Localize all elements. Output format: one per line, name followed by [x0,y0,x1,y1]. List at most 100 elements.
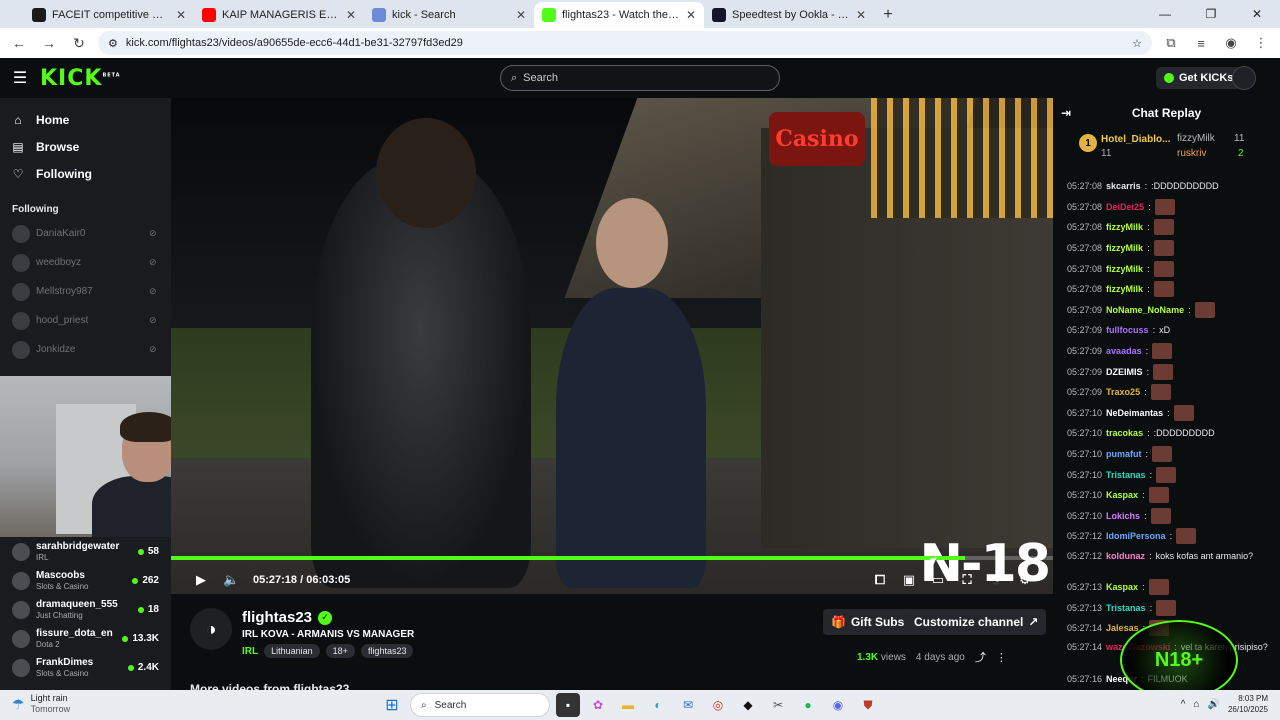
clock[interactable]: 8:03 PM 26/10/2025 [1228,693,1268,715]
speed-icon[interactable]: ◔ [988,573,1004,588]
collapse-chat-icon[interactable]: ⇥ [1061,106,1071,120]
hamburger-menu-icon[interactable]: ☰ [0,68,40,88]
task-view-icon[interactable]: ▪ [556,693,580,717]
followed-channel[interactable]: weedboyz ⊘ [0,248,171,277]
chat-username[interactable]: fizzyMilk [1106,243,1143,253]
seek-bar[interactable] [171,556,1053,560]
chat-username[interactable]: skcarris [1106,181,1141,191]
tag[interactable]: Lithuanian [264,644,320,658]
clip-icon[interactable]: ▣ [901,572,917,588]
recommended-channel[interactable]: sarahbridgewater IRL 58 [0,537,171,566]
copilot-icon[interactable]: ✿ [586,693,610,717]
close-tab-icon[interactable]: ✕ [346,8,356,22]
close-window-icon[interactable]: ✕ [1234,0,1280,28]
mail-icon[interactable]: ✉ [676,693,700,717]
chat-username[interactable]: DeiDei25 [1106,202,1144,212]
theater-icon[interactable]: ▭ [930,572,946,588]
chat-username[interactable]: IdomiPersona [1106,531,1166,541]
leaderboard-user[interactable]: ruskriv [1177,148,1206,159]
followed-channel[interactable]: DaniaKair0 ⊘ [0,219,171,248]
windows-start-icon[interactable]: ⊞ [380,693,404,717]
speaker-icon[interactable]: 🔊 [1208,699,1220,710]
chat-username[interactable]: pumafut [1106,449,1142,459]
close-tab-icon[interactable]: ✕ [176,8,186,22]
sidebar-item-following[interactable]: ♡ Following [0,160,171,187]
chrome-icon[interactable]: ◎ [706,693,730,717]
profile-icon[interactable]: ◉ [1220,35,1242,51]
chat-username[interactable]: fizzyMilk [1106,264,1143,274]
browser-tab[interactable]: Speedtest by Ookla - The Glob✕ [704,2,874,28]
chevron-up-icon[interactable]: ^ [1181,699,1186,710]
recommended-channel[interactable]: dramaqueen_555 Just Chatting 18 [0,595,171,624]
snipping-icon[interactable]: ✂ [766,693,790,717]
minimize-icon[interactable]: — [1142,0,1188,28]
miniplayer-icon[interactable]: ⧠ [872,572,888,588]
channel-name[interactable]: flightas23 [242,609,312,626]
chat-username[interactable]: Kaspax [1106,582,1138,592]
reload-icon[interactable]: ↻ [68,35,90,52]
menu-icon[interactable]: ⋮ [1250,35,1272,51]
customize-channel-button[interactable]: Customize channel ↗ [906,609,1047,635]
followed-channel[interactable]: Jonkidze ⊘ [0,335,171,364]
discord-icon[interactable]: ◉ [826,693,850,717]
tag[interactable]: flightas23 [360,644,414,658]
followed-channel[interactable]: Mellstroy987 ⊘ [0,277,171,306]
file-explorer-icon[interactable]: ▬ [616,693,640,717]
chat-username[interactable]: avaadas [1106,346,1142,356]
chat-username[interactable]: fullfocuss [1106,325,1149,335]
chat-username[interactable]: Lokichs [1106,511,1140,521]
search-input[interactable]: ⌕ Search [500,65,780,91]
browser-tab[interactable]: flightas23 - Watch the VOD on✕ [534,2,704,28]
chat-username[interactable]: NeDeimantas [1106,408,1163,418]
kick-logo[interactable]: KICKBETA [40,66,121,91]
settings-icon[interactable]: ⚙ [1017,572,1033,588]
play-icon[interactable]: ▶ [193,572,209,588]
close-tab-icon[interactable]: ✕ [516,8,526,22]
gift-subs-button[interactable]: 🎁 Gift Subs [823,609,913,635]
video-player[interactable]: Casino N-18 ▶ 🔈 05:27:18 / 06:03:05 ⧠ ▣ … [171,98,1053,594]
browser-tab[interactable]: kick - Search ✕ [364,2,534,28]
close-tab-icon[interactable]: ✕ [686,8,696,22]
spotify-icon[interactable]: ● [796,693,820,717]
bookmark-star-icon[interactable]: ☆ [1132,37,1142,50]
chat-username[interactable]: koldunaz [1106,551,1145,561]
site-info-icon[interactable]: ⚙ [108,37,118,50]
close-tab-icon[interactable]: ✕ [856,8,866,22]
forward-icon[interactable]: → [38,35,60,51]
recommended-channel[interactable]: fissure_dota_en Dota 2 13.3K [0,624,171,653]
share-icon[interactable]: ⤴ [975,649,986,665]
chat-username[interactable]: Tristanas [1106,470,1146,480]
avatar[interactable] [1232,66,1256,90]
more-options-icon[interactable]: ⋮ [996,651,1007,664]
chat-username[interactable]: tracokas [1106,428,1143,438]
leaderboard-user[interactable]: fizzyMilk [1177,133,1215,144]
browser-tab[interactable]: FACEIT competitive match - FAC✕ [24,2,194,28]
address-bar[interactable]: ⚙ kick.com/flightas23/videos/a90655de-ec… [98,31,1152,55]
new-tab-button[interactable]: + [874,2,902,28]
chat-username[interactable]: NoName_NoName [1106,305,1184,315]
chat-username[interactable]: Traxo25 [1106,387,1140,397]
channel-avatar[interactable]: ◑ [190,608,232,650]
taskbar-search[interactable]: ⌕ Search [410,693,550,717]
weather-widget[interactable]: ☂ Light rain Tomorrow [12,693,70,715]
app-icon[interactable]: ◆ [736,693,760,717]
chat-username[interactable]: Tristanas [1106,603,1146,613]
fullscreen-icon[interactable]: ⛶ [959,572,975,588]
category-link[interactable]: IRL [242,646,258,657]
media-icon[interactable]: ≡ [1190,36,1212,51]
followed-channel[interactable]: hood_priest ⊘ [0,306,171,335]
get-kicks-button[interactable]: Get KICKs [1156,67,1242,89]
volume-icon[interactable]: 🔈 [223,572,239,588]
chat-username[interactable]: fizzyMilk [1106,222,1143,232]
chat-username[interactable]: DZEIMIS [1106,367,1143,377]
tag[interactable]: 18+ [325,644,355,658]
chat-username[interactable]: Jalesas [1106,623,1139,633]
shield-icon[interactable]: ⛊ [856,693,880,717]
extensions-icon[interactable]: ⧉ [1160,35,1182,51]
maximize-icon[interactable]: ❐ [1188,0,1234,28]
sidebar-item-browse[interactable]: ▤ Browse [0,133,171,160]
recommended-channel[interactable]: Mascoobs Slots & Casino 262 [0,566,171,595]
back-icon[interactable]: ← [8,35,30,51]
chat-username[interactable]: fizzyMilk [1106,284,1143,294]
network-icon[interactable]: ⌂ [1193,699,1199,710]
